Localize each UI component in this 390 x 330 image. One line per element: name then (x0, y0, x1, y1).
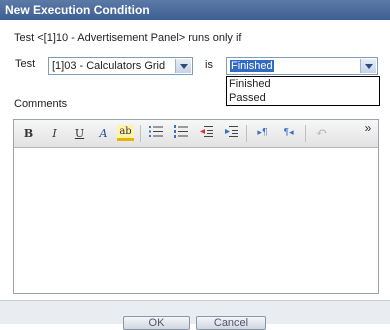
cancel-button[interactable]: Cancel (196, 316, 266, 330)
highlight-button[interactable]: ab (117, 125, 134, 141)
test-select-value: [1]03 - Calculators Grid (52, 60, 166, 72)
status-option-finished[interactable]: Finished (229, 78, 271, 91)
test-label: Test (15, 58, 36, 70)
toolbar-separator (305, 125, 306, 142)
is-label: is (205, 59, 213, 71)
status-option-passed[interactable]: Passed (229, 92, 266, 105)
numbered-list-icon[interactable] (173, 125, 190, 142)
comments-text-area[interactable] (18, 151, 374, 291)
rtl-direction-icon[interactable]: ¶◂ (280, 125, 297, 142)
ltr-direction-icon[interactable]: ▸¶ (254, 125, 271, 142)
outdent-icon[interactable] (198, 125, 215, 142)
toolbar-separator (246, 125, 247, 142)
test-select-dropdown-icon[interactable] (175, 59, 191, 73)
status-dropdown-list: Finished Passed (226, 76, 380, 106)
font-color-button[interactable]: A (95, 125, 112, 142)
undo-icon[interactable]: ↶ (313, 125, 330, 142)
window-title: New Execution Condition (0, 0, 390, 20)
comments-label: Comments (14, 98, 68, 110)
bold-button[interactable]: B (20, 125, 37, 142)
status-select-dropdown-icon[interactable] (360, 59, 376, 73)
status-select[interactable]: Finished (226, 57, 378, 75)
test-select[interactable]: [1]03 - Calculators Grid (48, 57, 193, 75)
underline-button[interactable]: U (71, 125, 88, 142)
italic-button[interactable]: I (46, 125, 63, 142)
status-select-value: Finished (230, 60, 274, 72)
dialog-footer: OK Cancel (0, 300, 390, 330)
editor-toolbar: B I U A ab ▸¶ ¶◂ ↶ » (14, 120, 378, 148)
toolbar-more-button[interactable]: » (362, 120, 374, 137)
indent-icon[interactable] (223, 125, 240, 142)
ok-button[interactable]: OK (123, 316, 190, 330)
comments-editor[interactable]: B I U A ab ▸¶ ¶◂ ↶ » (13, 119, 379, 294)
toolbar-separator (140, 125, 141, 142)
bullet-list-icon[interactable] (148, 125, 165, 142)
condition-sentence: Test <[1]10 - Advertisement Panel> runs … (14, 32, 242, 44)
